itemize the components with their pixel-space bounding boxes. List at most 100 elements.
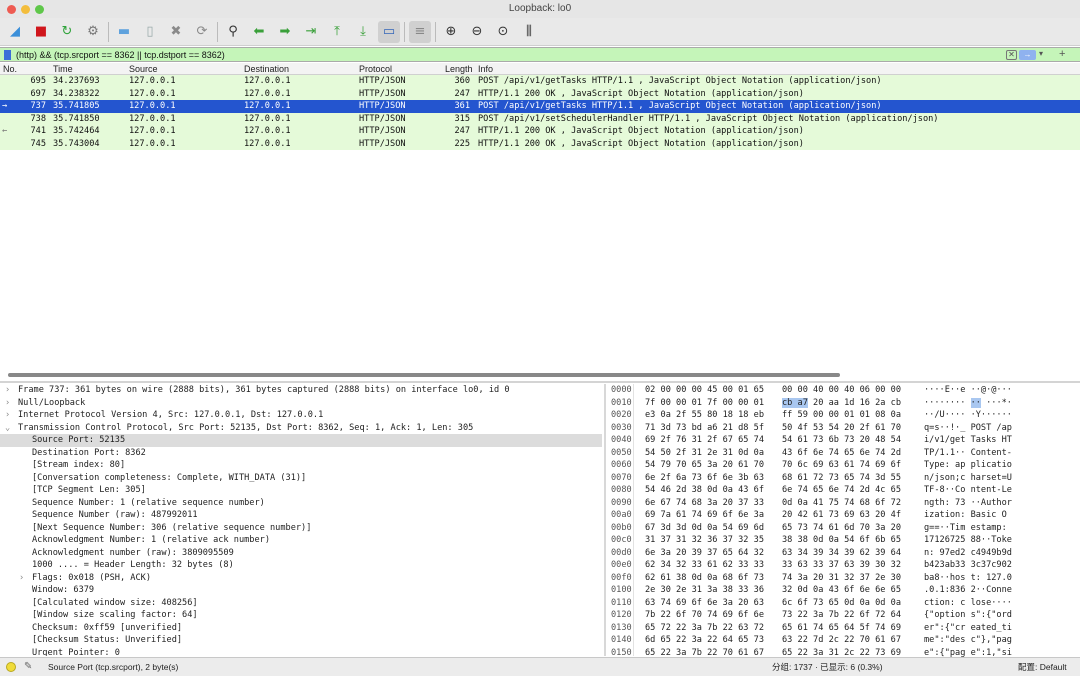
packet-list-scrollbar[interactable] <box>8 373 840 377</box>
hex-line[interactable]: 00c0 31 37 31 32 36 37 32 35 38 38 0d 0a 5… <box>607 534 1080 547</box>
hex-line[interactable]: 0110 63 74 69 6f 6e 3a 20 63 6c 6f 73 65 0… <box>607 597 1080 610</box>
go-forward-button[interactable]: ➡ <box>274 21 296 43</box>
hex-line[interactable]: 0040 69 2f 76 31 2f 67 65 74 54 61 73 6b 7… <box>607 434 1080 447</box>
detail-item[interactable]: Window: 6379 <box>0 584 602 597</box>
detail-item[interactable]: [Window size scaling factor: 64] <box>0 609 602 622</box>
zoom-in-button[interactable]: ⊕ <box>440 21 462 43</box>
packet-row[interactable]: 695 34.237693 127.0.0.1 127.0.0.1 HTTP/JSON 3… <box>0 75 1080 88</box>
restart-capture-button[interactable]: ↻ <box>56 21 78 43</box>
status-profile[interactable]: 配置: Default <box>1018 658 1067 676</box>
detail-item[interactable]: › Null/Loopback <box>0 397 602 410</box>
start-capture-button[interactable]: ◢ <box>4 21 26 43</box>
detail-item[interactable]: [TCP Segment Len: 305] <box>0 484 602 497</box>
close-file-button[interactable]: ✖ <box>165 21 187 43</box>
resize-columns-button[interactable]: ⫼ <box>518 21 540 43</box>
hex-offset: 00e0 <box>611 560 632 570</box>
detail-item[interactable]: Urgent Pointer: 0 <box>0 647 602 657</box>
col-source[interactable]: Source <box>129 63 158 75</box>
hex-line[interactable]: 0000 02 00 00 00 45 00 01 65 00 00 40 00 4… <box>607 384 1080 397</box>
hex-line[interactable]: 0070 6e 2f 6a 73 6f 6e 3b 63 68 61 72 73 6… <box>607 472 1080 485</box>
reload-file-button[interactable]: ⟳ <box>191 21 213 43</box>
detail-item[interactable]: 1000 .... = Header Length: 32 bytes (8) <box>0 559 602 572</box>
clear-filter-icon[interactable]: ✕ <box>1006 50 1017 60</box>
minimize-window-button[interactable] <box>21 5 30 14</box>
pane-divider[interactable] <box>0 381 1080 383</box>
apply-filter-button[interactable]: → <box>1019 50 1036 60</box>
col-length[interactable]: Length <box>445 63 473 75</box>
detail-item[interactable]: [Conversation completeness: Complete, WI… <box>0 472 602 485</box>
hex-line[interactable]: 00f0 62 61 38 0d 0a 68 6f 73 74 3a 20 31 3… <box>607 572 1080 585</box>
hex-line[interactable]: 0010 7f 00 00 01 7f 00 00 01 cb a7 20 aa 1… <box>607 397 1080 410</box>
detail-item[interactable]: Destination Port: 8362 <box>0 447 602 460</box>
go-back-button[interactable]: ⬅ <box>248 21 270 43</box>
col-time[interactable]: Time <box>53 63 73 75</box>
display-filter-bar[interactable]: (http) && (tcp.srcport == 8362 || tcp.ds… <box>0 47 1080 62</box>
detail-item[interactable]: ⌄ Transmission Control Protocol, Src Port… <box>0 422 602 435</box>
hex-line[interactable]: 00b0 67 3d 3d 0d 0a 54 69 6d 65 73 74 61 6… <box>607 522 1080 535</box>
auto-scroll-button[interactable]: ▭ <box>378 20 400 43</box>
find-packet-button[interactable]: ⚲ <box>222 21 244 43</box>
detail-item[interactable]: [Calculated window size: 408256] <box>0 597 602 610</box>
hex-line[interactable]: 00e0 62 34 32 33 61 62 33 33 33 63 33 37 6… <box>607 559 1080 572</box>
bookmark-icon[interactable] <box>4 50 11 60</box>
expand-arrow-icon[interactable]: › <box>5 397 10 410</box>
hex-line[interactable]: 0130 65 72 22 3a 7b 22 63 72 65 61 74 65 6… <box>607 622 1080 635</box>
hex-offset: 00b0 <box>611 522 632 533</box>
go-last-button[interactable]: ⤓ <box>352 21 374 43</box>
detail-item[interactable]: Checksum: 0xff59 [unverified] <box>0 622 602 635</box>
packet-row[interactable]: → 737 35.741805 127.0.0.1 127.0.0.1 HTTP/JSON… <box>0 100 1080 113</box>
expand-arrow-icon[interactable]: › <box>5 384 10 397</box>
zoom-window-button[interactable] <box>35 5 44 14</box>
detail-item[interactable]: › Flags: 0x018 (PSH, ACK) <box>0 572 602 585</box>
detail-item[interactable]: Source Port: 52135 <box>0 434 602 447</box>
open-file-button[interactable]: ▬ <box>113 21 135 43</box>
hex-line[interactable]: 0020 e3 0a 2f 55 80 18 18 eb ff 59 00 00 0… <box>607 409 1080 422</box>
packet-row[interactable]: 697 34.238322 127.0.0.1 127.0.0.1 HTTP/JSON 2… <box>0 87 1080 100</box>
capture-options-button[interactable]: ⚙ <box>82 21 104 43</box>
packet-row[interactable]: ← 741 35.742464 127.0.0.1 127.0.0.1 HTTP/JSON… <box>0 125 1080 138</box>
hex-line[interactable]: 0030 71 3d 73 bd a6 21 d8 5f 50 4f 53 54 2… <box>607 422 1080 435</box>
zoom-out-button[interactable]: ⊖ <box>466 21 488 43</box>
detail-item[interactable]: [Stream index: 80] <box>0 459 602 472</box>
detail-item[interactable]: › Frame 737: 361 bytes on wire (2888 bits… <box>0 384 602 397</box>
go-first-button[interactable]: ⤒ <box>326 21 348 43</box>
go-to-packet-button[interactable]: ⇥ <box>300 21 322 43</box>
comment-icon[interactable]: ✎ <box>24 658 32 676</box>
collapse-arrow-icon[interactable]: ⌄ <box>5 422 10 435</box>
add-filter-button[interactable]: + <box>1059 48 1065 60</box>
hex-line[interactable]: 0090 6e 67 74 68 3a 20 37 33 0d 0a 41 75 7… <box>607 497 1080 510</box>
col-protocol[interactable]: Protocol <box>359 63 392 75</box>
hex-offset: 0070 <box>611 472 632 483</box>
hex-line[interactable]: 0060 54 79 70 65 3a 20 61 70 70 6c 69 63 6… <box>607 459 1080 472</box>
hex-line[interactable]: 00d0 6e 3a 20 39 37 65 64 32 63 34 39 34 3… <box>607 547 1080 560</box>
packet-row[interactable]: 745 35.743004 127.0.0.1 127.0.0.1 HTTP/JSON 2… <box>0 137 1080 150</box>
hex-line[interactable]: 0140 6d 65 22 3a 22 64 65 73 63 22 7d 2c 2… <box>607 634 1080 647</box>
save-file-button[interactable]: ▯ <box>139 21 161 43</box>
col-info[interactable]: Info <box>478 63 493 75</box>
hex-line[interactable]: 00a0 69 7a 61 74 69 6f 6e 3a 20 42 61 73 6… <box>607 509 1080 522</box>
expert-info-icon[interactable] <box>6 662 16 672</box>
col-destination[interactable]: Destination <box>244 63 289 75</box>
detail-item[interactable]: Sequence Number: 1 (relative sequence nu… <box>0 497 602 510</box>
colorize-button[interactable]: ≡ <box>409 20 431 43</box>
close-window-button[interactable] <box>7 5 16 14</box>
hex-line[interactable]: 0050 54 50 2f 31 2e 31 0d 0a 43 6f 6e 74 6… <box>607 447 1080 460</box>
expand-arrow-icon[interactable]: › <box>19 572 24 585</box>
detail-item[interactable]: › Internet Protocol Version 4, Src: 127.0… <box>0 409 602 422</box>
hex-line[interactable]: 0080 54 46 2d 38 0d 0a 43 6f 6e 74 65 6e 7… <box>607 484 1080 497</box>
display-filter-input[interactable]: (http) && (tcp.srcport == 8362 || tcp.ds… <box>16 49 225 61</box>
detail-item[interactable]: Sequence Number (raw): 487992011 <box>0 509 602 522</box>
detail-item[interactable]: Acknowledgment Number: 1 (relative ack n… <box>0 534 602 547</box>
col-no[interactable]: No. <box>3 63 17 75</box>
detail-bytes-divider[interactable] <box>604 384 606 656</box>
detail-item[interactable]: [Checksum Status: Unverified] <box>0 634 602 647</box>
detail-item[interactable]: Acknowledgment number (raw): 3809095509 <box>0 547 602 560</box>
expand-arrow-icon[interactable]: › <box>5 409 10 422</box>
hex-line[interactable]: 0100 2e 30 2e 31 3a 38 33 36 32 0d 0a 43 6… <box>607 584 1080 597</box>
hex-line[interactable]: 0120 7b 22 6f 70 74 69 6f 6e 73 22 3a 7b 2… <box>607 609 1080 622</box>
stop-capture-button[interactable]: ■ <box>30 21 52 43</box>
normal-size-button[interactable]: ⊙ <box>492 21 514 43</box>
packet-row[interactable]: 738 35.741850 127.0.0.1 127.0.0.1 HTTP/JSON 3… <box>0 112 1080 125</box>
filter-history-dropdown-icon[interactable]: ▾ <box>1039 49 1043 58</box>
detail-item[interactable]: [Next Sequence Number: 306 (relative seq… <box>0 522 602 535</box>
